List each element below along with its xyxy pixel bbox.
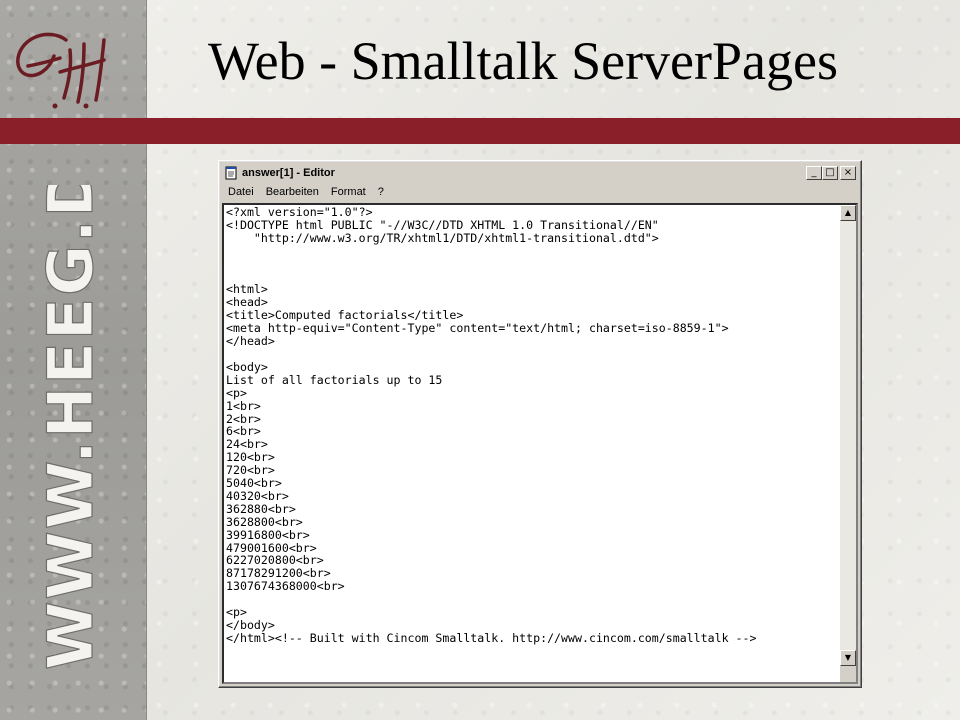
code-line: List of all factorials up to 15 xyxy=(226,372,443,387)
document-text[interactable]: <?xml version="1.0"?> <!DOCTYPE html PUBL… xyxy=(226,205,838,682)
menu-datei[interactable]: Datei xyxy=(222,186,260,198)
code-line: 120<br> xyxy=(226,450,275,465)
code-line: 6<br> xyxy=(226,424,261,439)
code-line: <p> xyxy=(226,385,247,400)
code-line: 5040<br> xyxy=(226,476,282,491)
editor-window-title: answer[1] - Editor xyxy=(242,167,335,179)
code-line: </html><!-- Built with Cincom Smalltalk.… xyxy=(226,630,757,645)
code-line: <meta http-equiv="Content-Type" content=… xyxy=(226,321,729,336)
code-line: 24<br> xyxy=(226,437,268,452)
maximize-button[interactable]: □ xyxy=(822,166,838,180)
code-line: "http://www.w3.org/TR/xhtml1/DTD/xhtml1-… xyxy=(226,230,659,245)
minimize-button[interactable]: _ xyxy=(806,166,822,180)
editor-window[interactable]: answer[1] - Editor _ □ × Datei Bearbeite… xyxy=(218,160,862,688)
website-vertical-text: WWW.HEEG.DE xyxy=(34,185,108,671)
scroll-up-button[interactable]: ▲ xyxy=(840,205,856,221)
code-line: <?xml version="1.0"?> xyxy=(226,205,373,219)
code-line: <html> xyxy=(226,282,268,297)
menu-bearbeiten[interactable]: Bearbeiten xyxy=(260,186,325,198)
code-line: <p> xyxy=(226,605,247,620)
notepad-icon[interactable] xyxy=(224,166,238,180)
gh-monogram-logo xyxy=(16,32,106,109)
size-grip[interactable] xyxy=(840,666,856,682)
code-line: 2<br> xyxy=(226,411,261,426)
code-line: 40320<br> xyxy=(226,488,289,503)
menu-help[interactable]: ? xyxy=(372,186,390,198)
code-line: 39916800<br> xyxy=(226,527,310,542)
code-line: </head> xyxy=(226,334,275,349)
code-line: 720<br> xyxy=(226,463,275,478)
code-line: 3628800<br> xyxy=(226,514,303,529)
title-accent-bar xyxy=(0,118,960,144)
menu-bar: Datei Bearbeiten Format ? xyxy=(222,183,858,201)
code-line: <!DOCTYPE html PUBLIC "-//W3C//DTD XHTML… xyxy=(226,217,659,232)
close-button[interactable]: × xyxy=(840,166,856,180)
sidebar: WWW.HEEG.DE xyxy=(0,0,147,720)
editor-text-area[interactable]: <?xml version="1.0"?> <!DOCTYPE html PUBL… xyxy=(222,203,858,684)
code-line: 362880<br> xyxy=(226,501,296,516)
code-line: </body> xyxy=(226,618,275,632)
editor-titlebar[interactable]: answer[1] - Editor _ □ × xyxy=(222,164,858,182)
code-line: 1<br> xyxy=(226,398,261,413)
scroll-down-button[interactable]: ▼ xyxy=(840,650,856,666)
svg-text:WWW.HEEG.DE: WWW.HEEG.DE xyxy=(34,185,107,670)
vertical-scrollbar[interactable]: ▲ ▼ xyxy=(840,205,856,682)
menu-format[interactable]: Format xyxy=(325,186,372,198)
page-title: Web - Smalltalk ServerPages xyxy=(208,31,838,91)
code-line: <body> xyxy=(226,359,268,374)
code-line: 1307674368000<br> xyxy=(226,579,345,594)
